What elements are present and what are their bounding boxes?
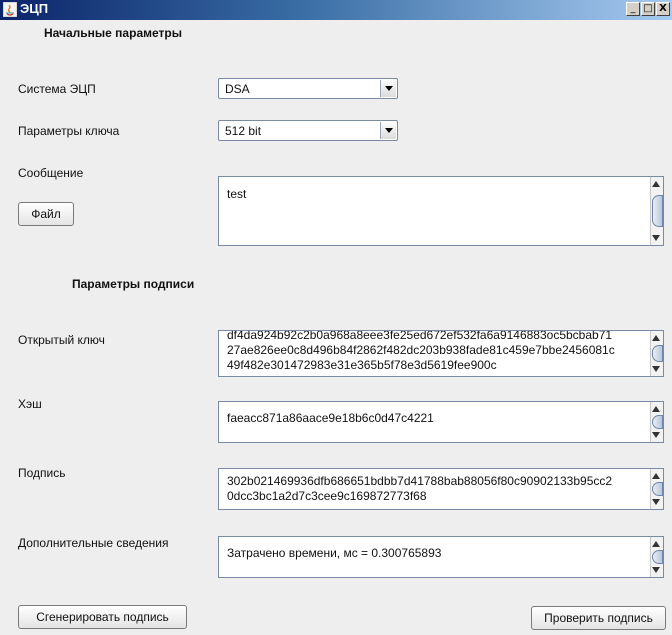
hash-scrollbar[interactable] (650, 402, 663, 442)
chevron-down-icon[interactable] (380, 122, 396, 139)
scroll-down-icon[interactable] (652, 432, 660, 438)
public-key-text: df4da924b92c2b0a968a8eee3fe25ed672ef532f… (227, 330, 615, 372)
generate-signature-button[interactable]: Сгенерировать подпись (18, 605, 187, 629)
signature-parameters-heading: Параметры подписи (72, 277, 195, 291)
signature-system-label: Система ЭЦП (18, 82, 96, 96)
scroll-thumb[interactable] (652, 482, 663, 496)
signature-textarea[interactable]: 302b021469936dfb686651bdbb7d41788bab8805… (218, 468, 664, 510)
extra-info-scrollbar[interactable] (650, 537, 663, 577)
signature-text: 302b021469936dfb686651bdbb7d41788bab8805… (227, 474, 613, 503)
signature-scrollbar[interactable] (650, 469, 663, 509)
scroll-thumb[interactable] (652, 550, 663, 564)
hash-textarea[interactable]: faeacc871a86aace9e18b6c0d47c4221 (218, 401, 664, 443)
key-params-label: Параметры ключа (18, 124, 120, 138)
message-scrollbar[interactable] (650, 177, 663, 245)
scroll-up-icon[interactable] (652, 473, 660, 479)
hash-label: Хэш (18, 397, 42, 411)
message-text: test (227, 187, 247, 201)
scroll-thumb[interactable] (652, 415, 663, 429)
signature-system-select[interactable]: DSA (218, 78, 398, 99)
public-key-textarea[interactable]: df4da924b92c2b0a968a8eee3fe25ed672ef532f… (218, 330, 664, 377)
scroll-down-icon[interactable] (652, 567, 660, 573)
chevron-down-icon[interactable] (380, 80, 396, 97)
extra-info-text: Затрачено времени, мс = 0.300765893 (227, 546, 442, 560)
maximize-button[interactable]: □ (641, 2, 655, 16)
window-title: ЭЦП (20, 1, 49, 16)
scroll-up-icon[interactable] (652, 406, 660, 412)
minimize-button[interactable]: _ (626, 2, 640, 16)
public-key-scrollbar[interactable] (650, 331, 663, 376)
scroll-down-icon[interactable] (652, 499, 660, 505)
signature-label: Подпись (18, 466, 66, 480)
java-app-icon (3, 2, 17, 17)
file-button[interactable]: Файл (18, 202, 74, 226)
extra-info-textarea[interactable]: Затрачено времени, мс = 0.300765893 (218, 536, 664, 578)
scroll-down-icon[interactable] (652, 366, 660, 372)
scroll-thumb[interactable] (652, 195, 663, 227)
public-key-label: Открытый ключ (18, 333, 105, 347)
key-params-value: 512 bit (225, 124, 262, 138)
hash-text: faeacc871a86aace9e18b6c0d47c4221 (227, 411, 434, 425)
extra-info-label: Дополнительные сведения (18, 536, 169, 550)
start-parameters-heading: Начальные параметры (44, 26, 182, 40)
message-label: Сообщение (18, 166, 84, 180)
verify-signature-button[interactable]: Проверить подпись (531, 606, 666, 630)
scroll-thumb[interactable] (652, 345, 663, 362)
signature-system-value: DSA (225, 82, 250, 96)
scroll-up-icon[interactable] (652, 335, 660, 341)
close-button[interactable]: X (656, 2, 670, 16)
message-textarea[interactable]: test (218, 176, 664, 246)
scroll-down-icon[interactable] (652, 235, 660, 241)
window-title-bar[interactable]: ЭЦП _ □ X (0, 0, 672, 20)
scroll-up-icon[interactable] (652, 181, 660, 187)
key-params-select[interactable]: 512 bit (218, 120, 398, 141)
scroll-up-icon[interactable] (652, 541, 660, 547)
